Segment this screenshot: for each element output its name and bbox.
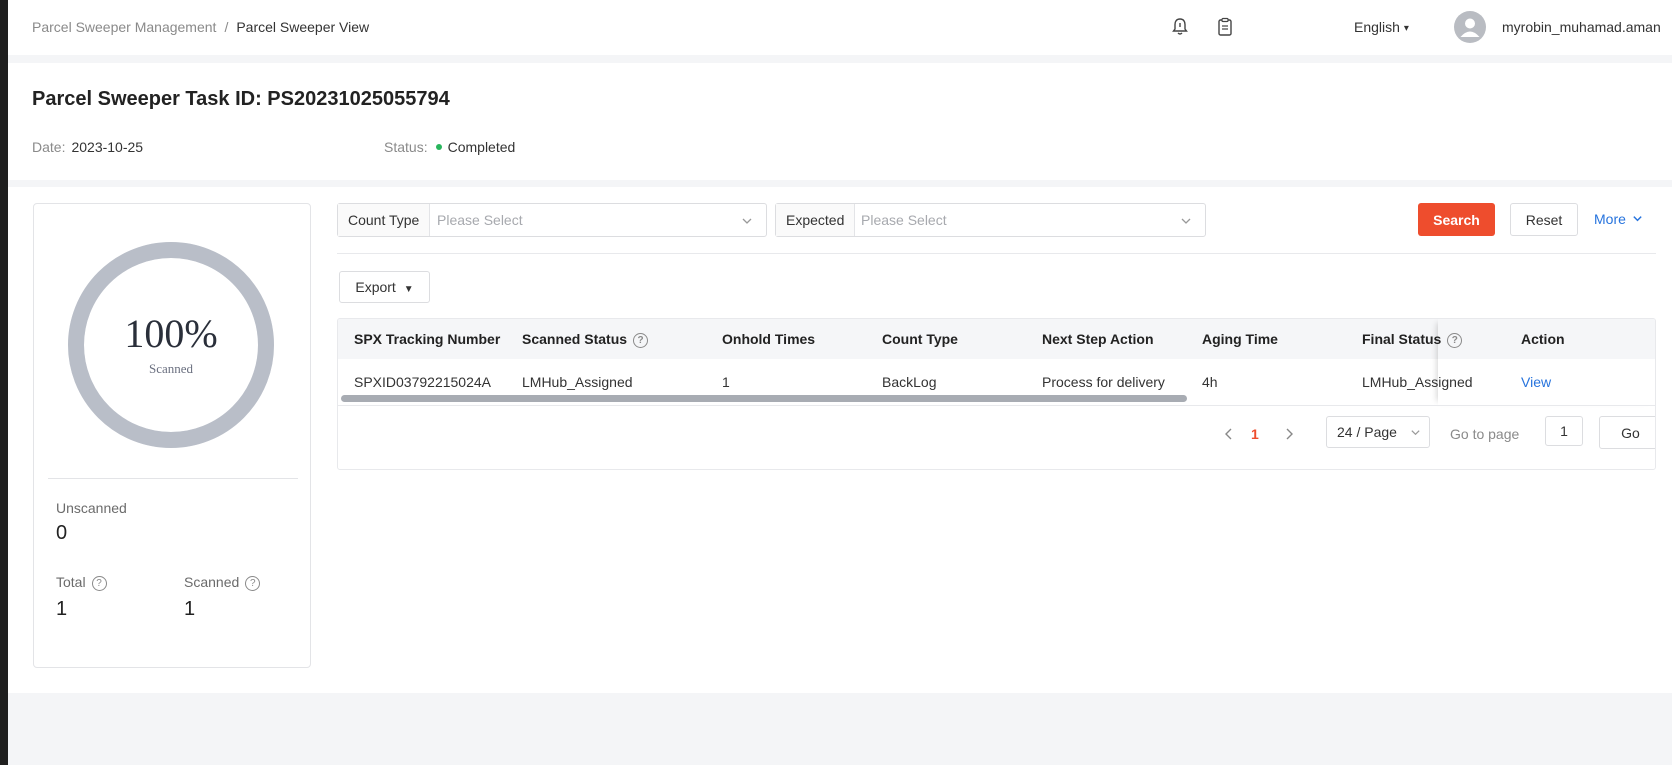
scan-progress-donut: 100% Scanned	[66, 240, 276, 450]
page-size-select[interactable]: 24 / Page	[1326, 416, 1430, 448]
next-page-icon[interactable]	[1282, 427, 1296, 441]
help-icon[interactable]: ?	[633, 333, 649, 348]
page-title: Parcel Sweeper Task ID: PS20231025055794	[32, 88, 450, 110]
table-cell: LMHub_Assigned	[1362, 374, 1473, 390]
expected-filter[interactable]: Expected Please Select	[775, 203, 1206, 237]
unscanned-value: 0	[56, 522, 68, 544]
go-button[interactable]: Go	[1599, 416, 1655, 449]
more-filters-toggle[interactable]: More	[1594, 211, 1643, 227]
breadcrumb-parent[interactable]: Parcel Sweeper Management	[32, 19, 216, 35]
goto-label: Go to page	[1450, 426, 1520, 442]
main-content: 100% Scanned Unscanned 0 Total? 1 Scanne…	[8, 187, 1672, 693]
language-label: English	[1354, 19, 1400, 35]
divider	[338, 405, 1655, 406]
breadcrumb-separator: /	[224, 19, 229, 35]
window-edge	[0, 0, 8, 765]
table-cell: 1	[722, 374, 730, 390]
column-header-final-status: Final Status?	[1362, 331, 1463, 348]
task-date: Date: 2023-10-25	[32, 139, 143, 157]
current-page[interactable]: 1	[1251, 426, 1259, 442]
table-cell: LMHub_Assigned	[522, 374, 633, 390]
export-button[interactable]: Export ▼	[339, 271, 430, 303]
help-icon[interactable]: ?	[91, 576, 107, 591]
caret-down-icon: ▼	[403, 284, 414, 295]
chevron-down-icon	[1633, 216, 1642, 222]
column-header: Next Step Action	[1042, 331, 1154, 347]
page-size-value: 24 / Page	[1337, 424, 1397, 440]
scanned-label: Scanned	[184, 574, 240, 590]
table-cell: SPXID03792215024A	[354, 374, 491, 390]
total-stat: Total?	[56, 574, 107, 591]
total-value: 1	[56, 598, 68, 620]
chevron-down-icon	[1411, 430, 1420, 436]
table-header: SPX Tracking Number Scanned Status? Onho…	[338, 319, 1655, 359]
task-status: Status: Completed	[384, 139, 515, 157]
username[interactable]: myrobin_muhamad.aman	[1502, 19, 1661, 35]
prev-page-icon[interactable]	[1222, 427, 1236, 441]
column-header: Scanned Status	[522, 331, 628, 347]
table-cell: Process for delivery	[1042, 374, 1165, 390]
divider	[48, 478, 298, 479]
column-header: Action	[1521, 331, 1565, 347]
column-header: Onhold Times	[722, 331, 816, 347]
horizontal-scrollbar[interactable]	[341, 395, 1187, 402]
total-label: Total	[56, 574, 86, 590]
view-link[interactable]: View	[1521, 374, 1551, 390]
expected-label: Expected	[776, 204, 856, 236]
expected-placeholder: Please Select	[861, 212, 947, 228]
column-header: Aging Time	[1202, 331, 1278, 347]
breadcrumb: Parcel Sweeper Management / Parcel Sweeper…	[32, 19, 369, 35]
help-icon[interactable]: ?	[245, 576, 261, 591]
date-label: Date:	[32, 139, 66, 155]
clipboard-icon[interactable]	[1216, 17, 1234, 37]
count-type-filter[interactable]: Count Type Please Select	[337, 203, 767, 237]
count-type-placeholder: Please Select	[437, 212, 523, 228]
top-navigation-bar: Parcel Sweeper Management / Parcel Sweeper…	[8, 0, 1672, 55]
unscanned-label: Unscanned	[56, 500, 127, 516]
goto-page-input[interactable]: 1	[1545, 416, 1583, 446]
reset-button[interactable]: Reset	[1510, 203, 1578, 236]
status-dot-icon	[435, 143, 442, 150]
table-cell: BackLog	[882, 374, 937, 390]
table-cell: 4h	[1202, 374, 1218, 390]
chevron-down-icon	[1180, 214, 1192, 226]
count-type-label: Count Type	[338, 204, 431, 236]
tracking-table: SPX Tracking Number Scanned Status? Onho…	[337, 318, 1656, 470]
chevron-down-icon: ▾	[1403, 23, 1409, 34]
export-label: Export	[355, 279, 396, 295]
search-button[interactable]: Search	[1418, 203, 1495, 236]
more-label: More	[1594, 211, 1626, 227]
column-header: SPX Tracking Number	[354, 331, 501, 347]
chevron-down-icon	[741, 214, 753, 226]
date-value: 2023-10-25	[71, 139, 144, 155]
breadcrumb-current: Parcel Sweeper View	[236, 19, 370, 35]
status-label: Status:	[384, 139, 428, 155]
column-header: Final Status	[1362, 331, 1442, 347]
divider	[337, 253, 1656, 254]
scanned-percent: 100%	[124, 311, 218, 356]
user-icon	[1460, 18, 1480, 37]
bell-icon[interactable]	[1171, 17, 1189, 37]
scanned-value: 1	[184, 598, 196, 620]
status-value: Completed	[447, 139, 516, 155]
help-icon[interactable]: ?	[1447, 333, 1463, 348]
column-header-scanned-status: Scanned Status?	[522, 331, 649, 348]
scan-summary-panel: 100% Scanned Unscanned 0 Total? 1 Scanne…	[33, 203, 311, 668]
scanned-stat: Scanned?	[184, 574, 261, 591]
avatar[interactable]	[1454, 11, 1486, 43]
column-header: Count Type	[882, 331, 958, 347]
language-selector[interactable]: English ▾	[1354, 19, 1409, 35]
scanned-percent-caption: Scanned	[148, 361, 194, 376]
task-header: Parcel Sweeper Task ID: PS20231025055794…	[8, 63, 1672, 180]
